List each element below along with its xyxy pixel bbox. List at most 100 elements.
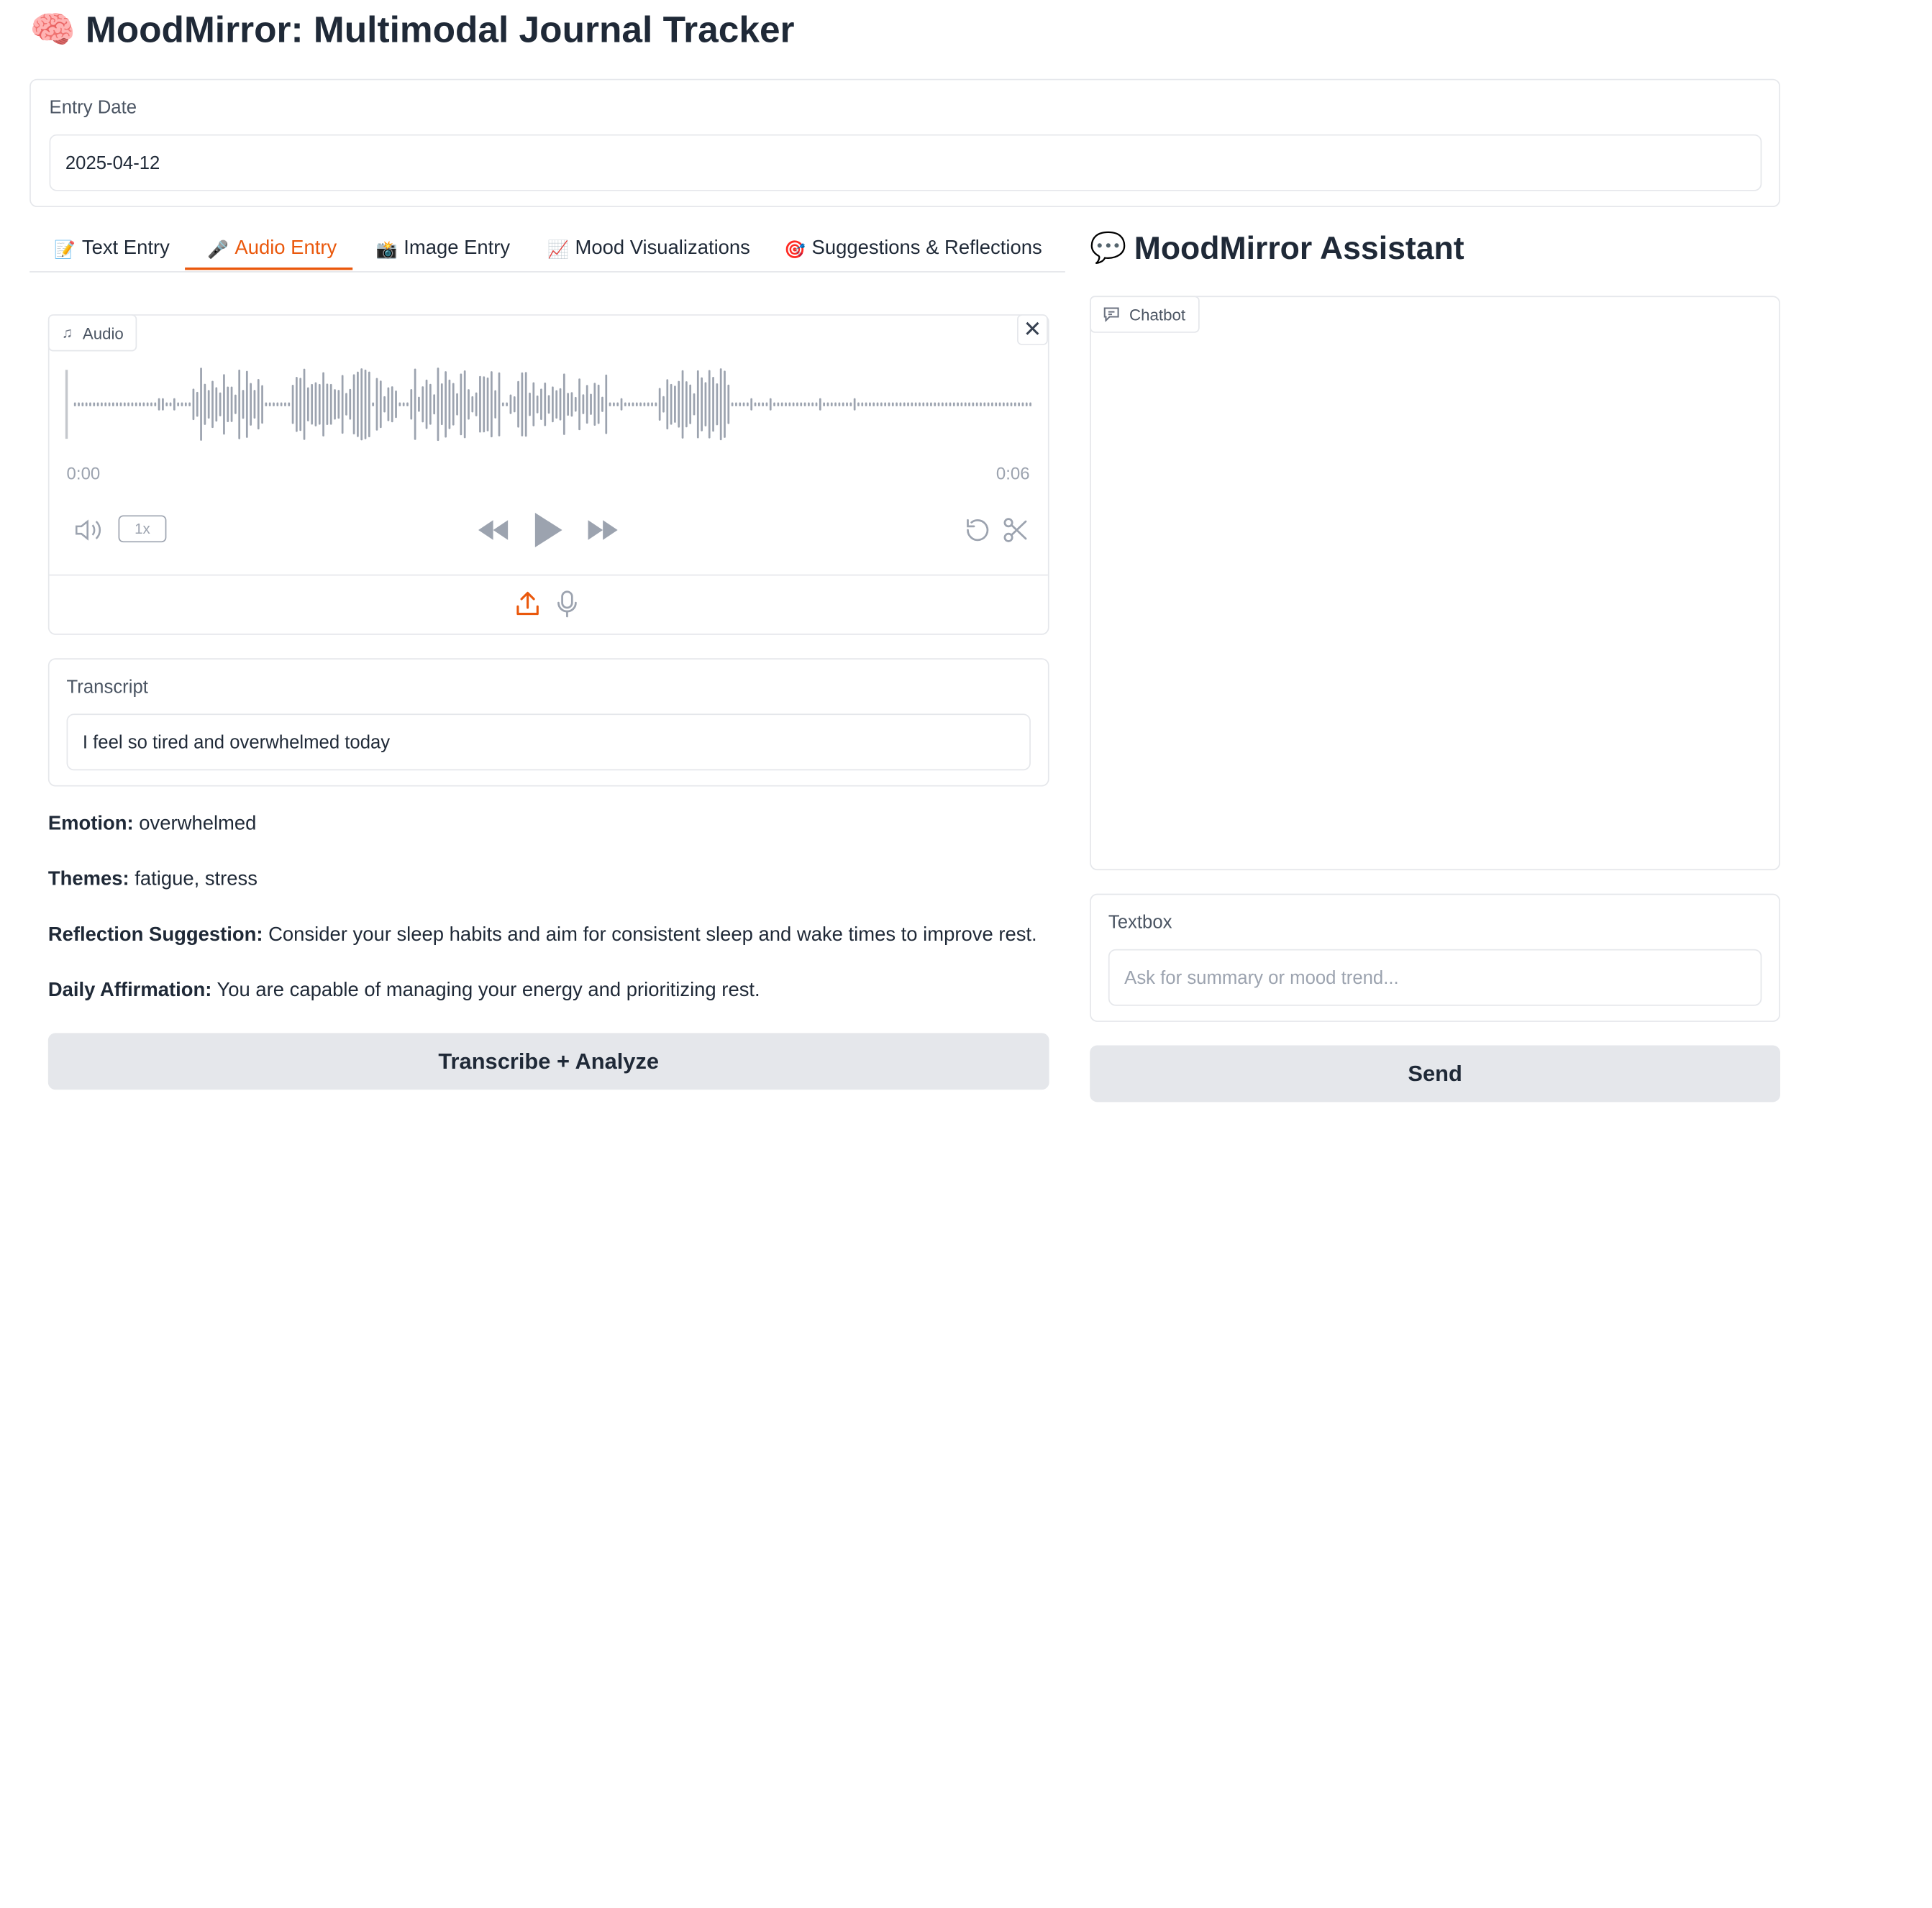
waveform-bar xyxy=(815,402,818,406)
waveform-bar xyxy=(651,402,653,406)
audio-waveform[interactable] xyxy=(64,365,1033,444)
trim-button[interactable] xyxy=(1000,515,1032,544)
waveform-bar xyxy=(460,373,463,436)
clear-audio-button[interactable]: ✕ xyxy=(1017,314,1048,345)
waveform-bar xyxy=(899,402,902,406)
waveform-bar xyxy=(491,371,493,438)
waveform-bar xyxy=(96,402,99,406)
waveform-bar xyxy=(463,370,466,439)
waveform-bar xyxy=(983,402,986,406)
waveform-bar xyxy=(104,402,107,406)
waveform-bar xyxy=(337,390,340,419)
tab-text-entry[interactable]: 📝 Text Entry xyxy=(54,224,169,274)
brain-icon: 🧠 xyxy=(29,9,76,51)
play-icon xyxy=(534,513,562,548)
waveform-bar xyxy=(135,402,137,406)
waveform-bar xyxy=(383,396,386,413)
waveform-bar xyxy=(926,402,929,406)
waveform-bar xyxy=(987,402,990,406)
waveform-bar xyxy=(742,402,745,406)
waveform-bar xyxy=(395,390,397,419)
waveform-bar xyxy=(674,385,676,423)
waveform-bar xyxy=(735,402,737,406)
waveform-bar xyxy=(834,402,837,406)
send-button[interactable]: Send xyxy=(1090,1045,1781,1103)
waveform-bar xyxy=(268,402,271,406)
waveform-bar xyxy=(116,402,119,406)
waveform-bar xyxy=(314,382,317,426)
waveform-bar xyxy=(452,383,455,426)
chatbot-panel[interactable] xyxy=(1090,296,1781,871)
waveform-bar xyxy=(1029,402,1031,406)
waveform-bar xyxy=(196,391,199,417)
waveform-bar xyxy=(746,402,749,406)
waveform-bar xyxy=(276,402,279,406)
tab-image-entry[interactable]: 📸 Image Entry xyxy=(376,224,510,274)
record-audio-button[interactable] xyxy=(554,589,581,618)
waveform-bar xyxy=(919,402,921,406)
waveform-bar xyxy=(678,380,680,428)
waveform-bar xyxy=(150,402,152,406)
play-button[interactable] xyxy=(528,508,568,552)
waveform-bar xyxy=(529,392,531,416)
waveform-bar xyxy=(590,393,592,415)
waveform-bar xyxy=(506,402,508,406)
waveform-bar xyxy=(211,380,214,429)
memo-icon: 📝 xyxy=(54,238,76,259)
waveform-bar xyxy=(387,387,390,421)
transcribe-analyze-button[interactable]: Transcribe + Analyze xyxy=(47,1033,1049,1090)
waveform-bar xyxy=(360,368,363,441)
waveform-bar xyxy=(964,402,967,406)
waveform-bar xyxy=(585,385,588,424)
waveform-bar xyxy=(78,402,80,406)
upload-audio-button[interactable] xyxy=(513,589,542,618)
waveform-bar xyxy=(296,376,298,432)
waveform-bar xyxy=(1018,402,1020,406)
waveform-bar xyxy=(334,389,336,420)
reset-button[interactable] xyxy=(962,515,994,544)
waveform-bar xyxy=(429,383,432,425)
waveform-bar xyxy=(410,388,413,420)
assistant-message-input[interactable]: Ask for summary or mood trend... xyxy=(1108,949,1762,1006)
transcript-field[interactable]: I feel so tired and overwhelmed today xyxy=(66,713,1031,771)
waveform-bar xyxy=(89,402,91,406)
waveform-bar xyxy=(250,383,252,426)
waveform-bar xyxy=(582,394,585,414)
waveform-bar xyxy=(739,402,742,406)
tab-mood-visualizations[interactable]: 📈 Mood Visualizations xyxy=(547,224,750,274)
waveform-bar xyxy=(1010,402,1013,406)
waveform-bar xyxy=(257,379,260,430)
tab-audio-entry[interactable]: 🎤 Audio Entry xyxy=(207,224,337,274)
waveform-bar xyxy=(540,388,542,420)
chatbot-label: Chatbot xyxy=(1090,296,1199,333)
entry-date-input[interactable]: 2025-04-12 xyxy=(49,134,1762,191)
volume-button[interactable] xyxy=(71,515,106,544)
waveform-bar xyxy=(930,402,932,406)
waveform-bar xyxy=(219,392,222,416)
waveform-bar xyxy=(177,402,180,406)
waveform-bar xyxy=(811,402,814,406)
waveform-bar xyxy=(513,396,516,413)
waveform-bar xyxy=(306,387,309,421)
waveform-bar xyxy=(995,402,998,406)
waveform-bar xyxy=(842,402,844,406)
audio-time-end: 0:06 xyxy=(995,463,1030,483)
waveform-bar xyxy=(769,398,772,411)
waveform-bar xyxy=(647,402,650,406)
playback-speed-button[interactable]: 1x xyxy=(118,515,167,543)
waveform-bar xyxy=(127,402,129,406)
waveform-bar xyxy=(800,402,803,406)
waveform-bar xyxy=(911,402,913,406)
tab-suggestions-reflections[interactable]: 🎯 Suggestions & Reflections xyxy=(784,224,1042,274)
upload-icon xyxy=(516,591,539,616)
waveform-bar xyxy=(635,402,638,406)
waveform-bar xyxy=(261,385,263,424)
waveform-bar xyxy=(303,368,306,440)
fast-forward-button[interactable] xyxy=(584,515,621,544)
waveform-bar xyxy=(861,402,864,406)
waveform-bar xyxy=(975,402,978,406)
tab-label: Text Entry xyxy=(81,237,170,259)
waveform-bar xyxy=(375,378,378,431)
waveform-bar xyxy=(957,402,959,406)
rewind-button[interactable] xyxy=(475,515,511,544)
